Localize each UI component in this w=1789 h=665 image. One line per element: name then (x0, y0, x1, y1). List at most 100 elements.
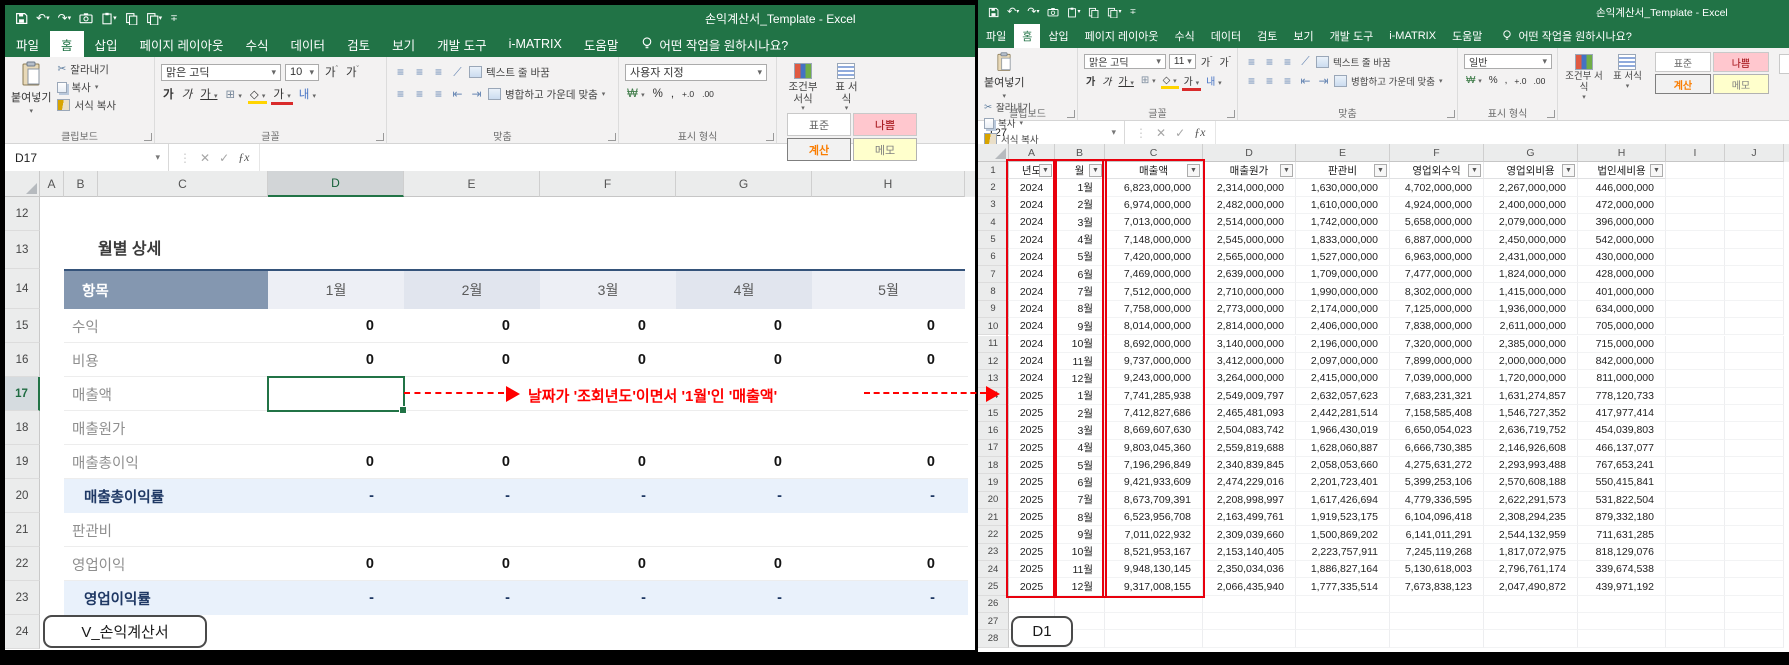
row-label-20[interactable]: 매출총이익률 (64, 479, 268, 513)
cell-E26[interactable] (1296, 596, 1390, 613)
conditional-formatting-button[interactable]: 조건부 서식▾ (783, 61, 823, 113)
comma-style-button[interactable]: , (1503, 75, 1510, 86)
cell-E19[interactable]: 2,201,723,401 (1296, 474, 1390, 491)
insert-function-icon[interactable]: ƒx (1194, 125, 1205, 140)
cell-I11[interactable] (1666, 336, 1725, 353)
cell-H18[interactable]: 767,653,241 (1578, 457, 1666, 474)
row-header-18[interactable]: 18 (5, 411, 40, 445)
cell-style-0[interactable]: 표준 (787, 113, 851, 136)
font-size-select[interactable]: 11▾ (1169, 54, 1196, 69)
table-header-month-5[interactable]: 5월 (812, 269, 965, 309)
row-header-4[interactable]: 4 (978, 214, 1009, 231)
row-header-2[interactable]: 2 (978, 179, 1009, 196)
cell-E7[interactable]: 1,709,000,000 (1296, 266, 1390, 283)
row-header-24[interactable]: 24 (5, 615, 40, 649)
cell-G19[interactable]: 2,570,608,188 (1484, 474, 1578, 491)
accounting-format-button[interactable]: ₩ ▾ (1464, 75, 1484, 86)
cell-I20[interactable] (1666, 492, 1725, 509)
row-header-16[interactable]: 16 (978, 422, 1009, 439)
row-label-17[interactable]: 매출액 (64, 377, 268, 411)
cell-F8[interactable]: 8,302,000,000 (1390, 283, 1484, 300)
cell-E20[interactable]: 1,617,426,694 (1296, 492, 1390, 509)
cell-G23[interactable]: - (676, 581, 812, 615)
enter-entry-icon[interactable]: ✓ (1175, 126, 1185, 140)
conditional-formatting-button[interactable]: 조건부 서식▾ (1564, 52, 1604, 102)
ribbon-tab-review[interactable]: 검토 (1249, 24, 1285, 48)
cell-D17[interactable] (268, 377, 404, 411)
cell-D28[interactable] (1203, 630, 1296, 647)
cell-style-1[interactable]: 나쁨 (1713, 52, 1769, 72)
cell-E21[interactable] (404, 513, 540, 547)
cell-J12[interactable] (1725, 353, 1784, 370)
cell-I17[interactable] (1666, 440, 1725, 457)
save-icon[interactable] (988, 7, 999, 18)
cell-F22[interactable]: 6,141,011,291 (1390, 526, 1484, 543)
cell-J6[interactable] (1725, 249, 1784, 266)
cell-H18[interactable] (812, 411, 965, 445)
cell-G25[interactable]: 2,047,490,872 (1484, 578, 1578, 595)
redo-icon[interactable]: ↷▾ (58, 12, 72, 24)
cell-D2[interactable]: 2,314,000,000 (1203, 179, 1296, 196)
table-header-month-2[interactable]: 2월 (404, 269, 540, 309)
cell-J22[interactable] (1725, 526, 1784, 543)
cell-G16[interactable]: 0 (676, 343, 812, 377)
ribbon-tab-view[interactable]: 보기 (1285, 24, 1321, 48)
row-header-21[interactable]: 21 (5, 513, 40, 547)
ribbon-tab-data[interactable]: 데이터 (1203, 24, 1249, 48)
cell-F17[interactable]: 6,666,730,385 (1390, 440, 1484, 457)
row-header-22[interactable]: 22 (5, 547, 40, 581)
row-header-28[interactable]: 28 (978, 630, 1009, 647)
font-color-button[interactable]: 가 ▾ (1182, 73, 1202, 88)
cell-D21[interactable]: 2,163,499,761 (1203, 509, 1296, 526)
copy-pages-icon[interactable] (1088, 7, 1099, 18)
cell-E5[interactable]: 1,833,000,000 (1296, 231, 1390, 248)
cell-H23[interactable]: 818,129,076 (1578, 544, 1666, 561)
cell-D9[interactable]: 2,773,000,000 (1203, 301, 1296, 318)
cell-D20[interactable]: 2,208,998,997 (1203, 492, 1296, 509)
enter-entry-icon[interactable]: ✓ (219, 151, 229, 165)
align-middle-icon[interactable]: ≡ (1262, 55, 1277, 69)
cell-E22[interactable]: 1,500,869,202 (1296, 526, 1390, 543)
row-header-15[interactable]: 15 (5, 309, 40, 343)
row-header-12[interactable]: 12 (5, 197, 40, 231)
row-header-6[interactable]: 6 (978, 249, 1009, 266)
cell-D11[interactable]: 3,140,000,000 (1203, 336, 1296, 353)
cell-B26[interactable] (1055, 596, 1105, 613)
wrap-text-button[interactable]: 텍스트 줄 바꿈 (1316, 53, 1391, 70)
bold-button[interactable]: 가 (161, 86, 176, 102)
cell-F24[interactable]: 5,130,618,003 (1390, 561, 1484, 578)
cell-D18[interactable]: 2,340,839,845 (1203, 457, 1296, 474)
cell-E20[interactable]: - (404, 479, 540, 513)
cell-J3[interactable] (1725, 197, 1784, 214)
align-center-icon[interactable]: ≡ (412, 87, 427, 101)
cell-G18[interactable] (676, 411, 812, 445)
cell-H13[interactable]: 811,000,000 (1578, 370, 1666, 387)
bold-button[interactable]: 가 (1084, 73, 1097, 88)
fill-color-button[interactable]: ◇ ▾ (248, 87, 268, 101)
filter-dropdown-icon[interactable]: ▼ (1280, 164, 1293, 177)
dialog-launcher-icon[interactable] (144, 133, 152, 141)
cell-D20[interactable]: - (268, 479, 404, 513)
name-box-dropdown-icon[interactable]: ▾ (1111, 127, 1116, 138)
cell-J18[interactable] (1725, 457, 1784, 474)
column-header-H[interactable]: H (812, 171, 965, 197)
dialog-launcher-icon[interactable] (1547, 110, 1555, 118)
copy-pages-icon[interactable] (125, 12, 138, 25)
align-top-icon[interactable]: ≡ (1244, 55, 1259, 69)
row-header-1[interactable]: 1 (978, 162, 1009, 179)
ribbon-tab-home[interactable]: 홈 (1014, 24, 1040, 48)
row-header-15[interactable]: 15 (978, 405, 1009, 422)
increase-indent-icon[interactable]: ⇥ (469, 87, 484, 101)
cell-I21[interactable] (1666, 509, 1725, 526)
ribbon-tab-insert[interactable]: 삽입 (1040, 24, 1076, 48)
filter-header-5[interactable]: 영업외수익▼ (1390, 162, 1484, 179)
cell-E19[interactable]: 0 (404, 445, 540, 479)
cell-G16[interactable]: 2,636,719,752 (1484, 422, 1578, 439)
cell-E28[interactable] (1296, 630, 1390, 647)
cell-H27[interactable] (1578, 613, 1666, 630)
cell-G24[interactable]: 2,796,761,174 (1484, 561, 1578, 578)
sheet-tab-right[interactable]: D1 (1011, 616, 1073, 647)
cell-E16[interactable]: 0 (404, 343, 540, 377)
paste-button[interactable]: 붙여넣기▾ (984, 52, 1024, 100)
ribbon-tab-formulas[interactable]: 수식 (235, 31, 280, 57)
